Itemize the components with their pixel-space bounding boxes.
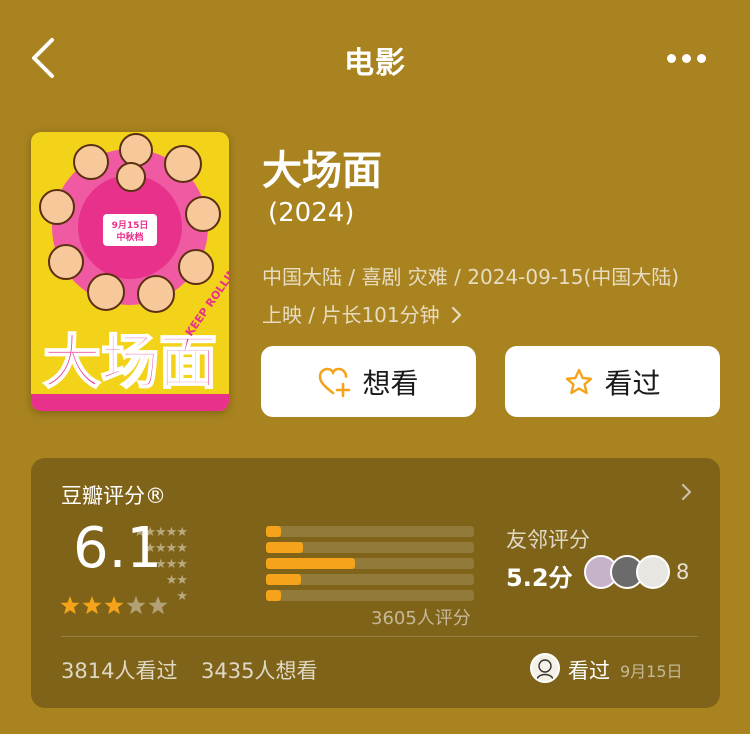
svg-text:大场面: 大场面: [43, 328, 217, 396]
poster-image: 9月15日 中秋档 大场面 KEEP ROLLING: [31, 132, 229, 411]
four-star-label: ★★★★: [144, 541, 188, 556]
my-date: 9月15日: [620, 662, 683, 681]
friend-rating-label: 友邻评分: [506, 528, 590, 552]
svg-text:中秋档: 中秋档: [116, 231, 143, 243]
chevron-right-icon: [451, 306, 462, 324]
two-star-bar: [266, 574, 474, 585]
movie-title: 大场面: [262, 148, 382, 194]
five-star-bar-fill: [266, 526, 281, 537]
star-outline-icon: [566, 368, 593, 394]
want-label: 想看: [362, 366, 419, 400]
two-star-bar-fill: [266, 574, 302, 585]
seen-label: 看过: [604, 366, 661, 400]
top-bar: 电影: [0, 0, 750, 115]
one-star-bar: [266, 590, 474, 601]
two-star-label: ★★: [165, 573, 188, 588]
four-star-bar: [266, 542, 474, 553]
friend-rating-score: 5.2分: [506, 564, 573, 592]
chevron-right-icon[interactable]: [680, 482, 694, 502]
more-button[interactable]: [667, 48, 715, 68]
watched-button[interactable]: 看过: [505, 346, 720, 417]
five-star-label: ★★★★★: [133, 525, 188, 540]
rating-label: 豆瓣评分®: [61, 484, 166, 508]
heart-plus-icon: [319, 367, 351, 397]
three-star-bar-fill: [266, 558, 356, 569]
avatar: [636, 555, 670, 589]
star-filled-icon: [82, 596, 102, 615]
seen-count[interactable]: 3814人看过: [61, 655, 177, 685]
three-star-bar: [266, 558, 474, 569]
user-face-icon: [536, 659, 554, 680]
svg-text:9月15日: 9月15日: [112, 220, 149, 231]
movie-meta[interactable]: 中国大陆 / 喜剧 灾难 / 2024-09-15(中国大陆) 上映 / 片长1…: [262, 258, 732, 334]
rating-card[interactable]: 豆瓣评分® 6.1 ★★★★★ ★★★★ ★★★ ★★ ★ 3605人评分 友邻…: [31, 458, 720, 708]
page-title: 电影: [344, 46, 406, 81]
my-status: 看过: [568, 659, 610, 683]
rating-count: 3605人评分: [371, 608, 471, 629]
dot: [682, 54, 691, 63]
dot: [667, 54, 676, 63]
divider: [61, 636, 698, 637]
friend-count: 8: [676, 560, 690, 584]
five-star-bar: [266, 526, 474, 537]
want-to-watch-button[interactable]: 想看: [261, 346, 476, 417]
dot: [697, 54, 706, 63]
one-star-bar-fill: [266, 590, 281, 601]
rating-distribution: [266, 526, 474, 606]
want-count[interactable]: 3435人想看: [201, 655, 317, 685]
movie-year: (2024): [268, 198, 355, 228]
star-filled-icon: [60, 596, 80, 615]
movie-poster[interactable]: 9月15日 中秋档 大场面 KEEP ROLLING: [31, 132, 229, 411]
meta-line-2: 上映 / 片长101分钟: [262, 296, 732, 334]
avatar: [530, 653, 560, 683]
four-star-bar-fill: [266, 542, 304, 553]
meta-line-2-text: 上映 / 片长101分钟: [262, 303, 440, 327]
one-star-label: ★: [176, 589, 188, 604]
three-star-label: ★★★: [155, 557, 188, 572]
meta-line-1: 中国大陆 / 喜剧 灾难 / 2024-09-15(中国大陆): [262, 265, 680, 289]
